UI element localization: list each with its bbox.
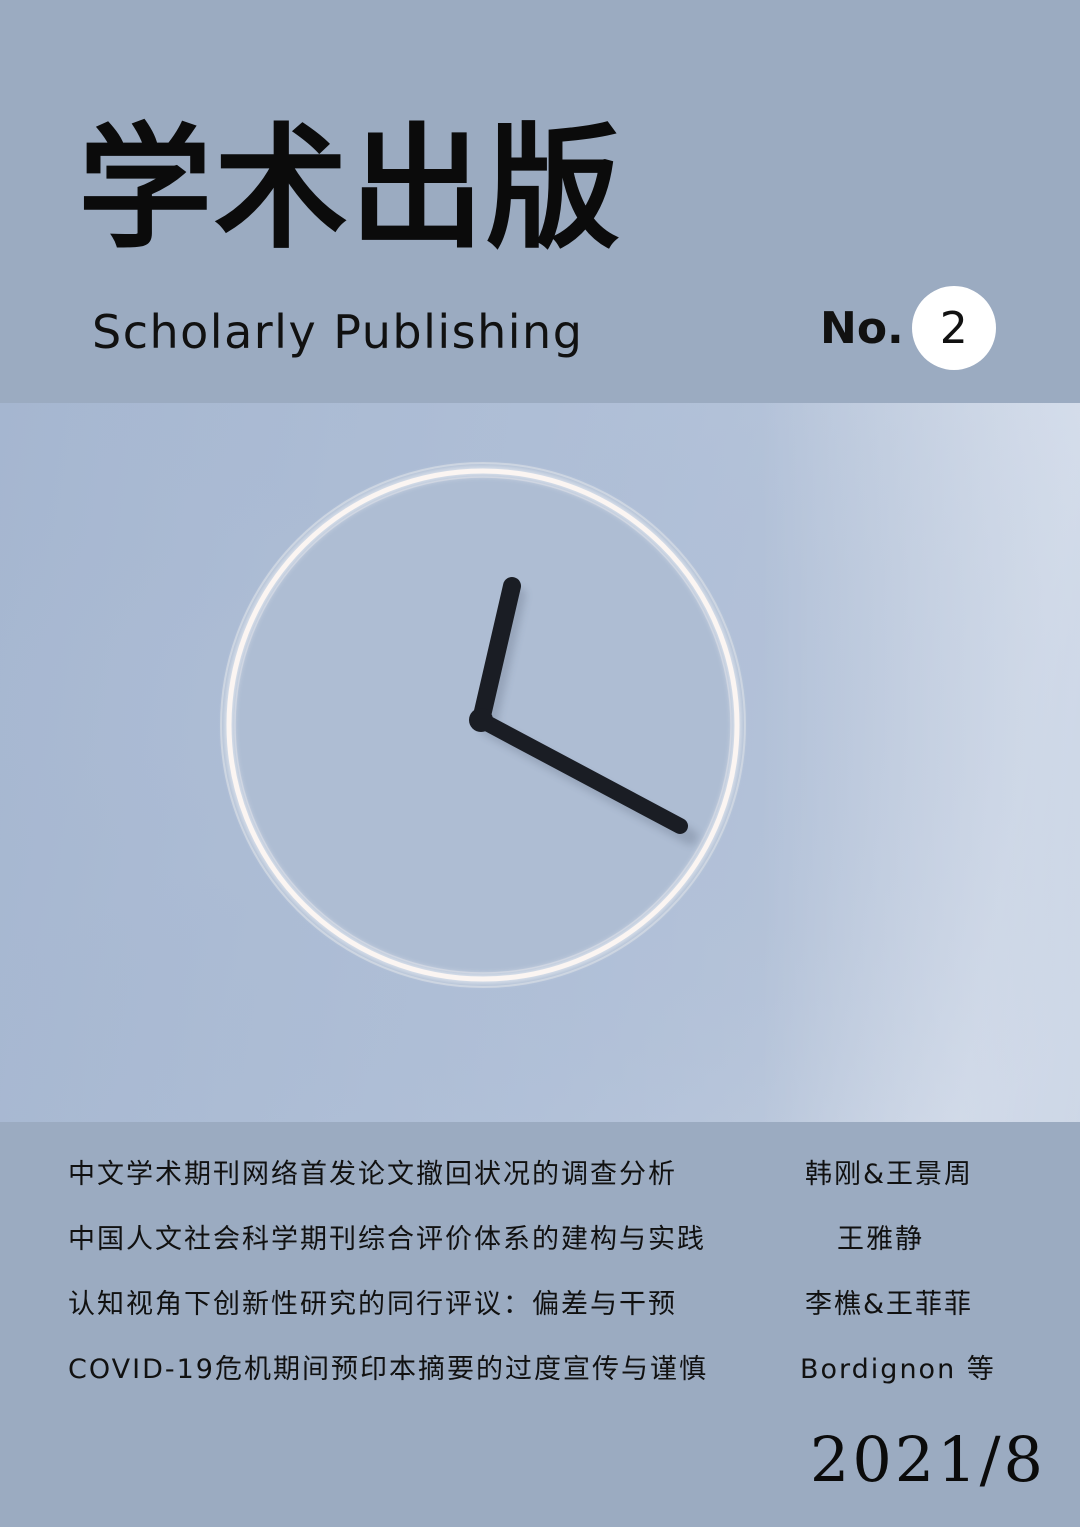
issue-label: No. 2 <box>820 286 996 370</box>
article-authors: Bordignon 等 <box>800 1354 996 1385</box>
clock-icon <box>0 403 1080 1122</box>
issue-date: 2021/8 <box>809 1423 1046 1496</box>
article-authors: 韩刚&王景周 <box>805 1159 974 1190</box>
journal-title-english: Scholarly Publishing <box>92 305 584 359</box>
article-item: COVID-19危机期间预印本摘要的过度宣传与谨慎 Bordignon 等 <box>0 1338 1080 1402</box>
issue-prefix: No. <box>820 302 904 354</box>
article-item: 认知视角下创新性研究的同行评议：偏差与干预 李樵&王菲菲 <box>0 1273 1080 1337</box>
article-title: 中文学术期刊网络首发论文撤回状况的调查分析 <box>68 1159 677 1190</box>
article-item: 中文学术期刊网络首发论文撤回状况的调查分析 韩刚&王景周 <box>0 1143 1080 1207</box>
article-title: COVID-19危机期间预印本摘要的过度宣传与谨慎 <box>68 1354 708 1385</box>
article-authors: 王雅静 <box>837 1224 924 1255</box>
article-title: 中国人文社会科学期刊综合评价体系的建构与实践 <box>68 1224 706 1255</box>
article-authors: 李樵&王菲菲 <box>805 1289 974 1320</box>
journal-cover: 学术出版 Scholarly Publishing No. 2 中文学术期刊网络… <box>0 0 1080 1527</box>
article-title: 认知视角下创新性研究的同行评议：偏差与干预 <box>68 1289 677 1320</box>
article-item: 中国人文社会科学期刊综合评价体系的建构与实践 王雅静 <box>0 1208 1080 1272</box>
cover-photo <box>0 403 1080 1122</box>
journal-title-chinese: 学术出版 <box>78 109 623 267</box>
issue-number-badge: 2 <box>911 286 996 370</box>
